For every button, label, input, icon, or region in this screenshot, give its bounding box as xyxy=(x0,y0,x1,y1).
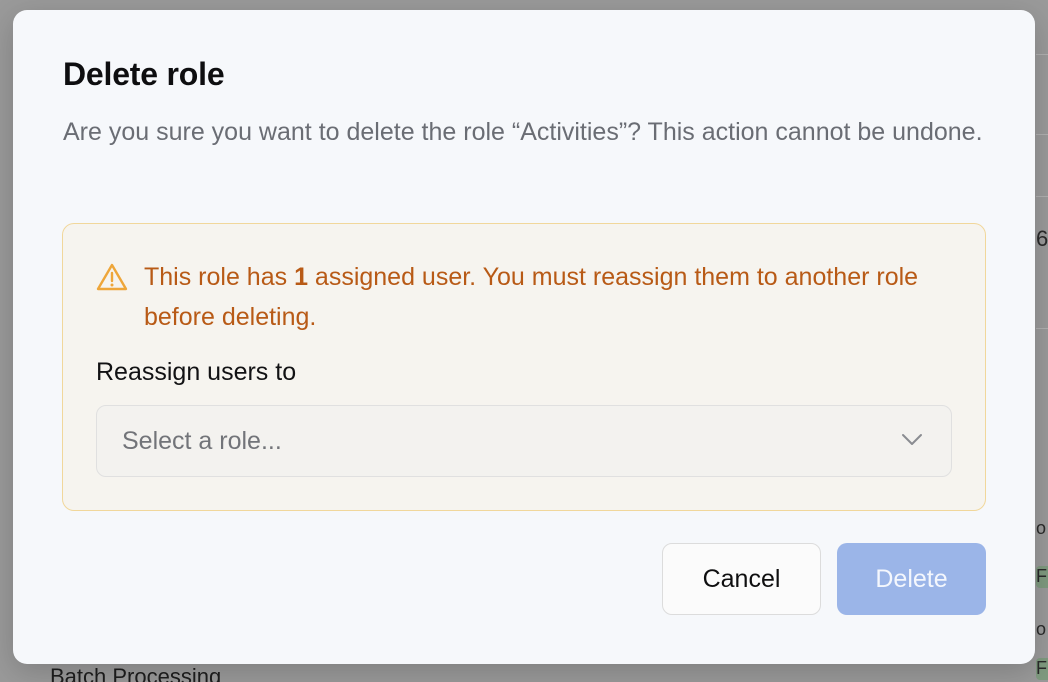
background-row-label: Batch Processing xyxy=(50,664,222,682)
background-text-fragment: F xyxy=(1036,566,1047,586)
warning-message: This role has 1 assigned user. You must … xyxy=(144,257,944,337)
background-divider xyxy=(1036,328,1048,329)
warning-text-prefix: This role has xyxy=(144,263,295,291)
dialog-description: Are you sure you want to delete the role… xyxy=(63,118,983,146)
background-text-fragment: o xyxy=(1036,619,1047,639)
cancel-button[interactable]: Cancel xyxy=(662,543,821,615)
background-text-fragment: 6 xyxy=(1036,226,1048,251)
reassign-warning-panel: This role has 1 assigned user. You must … xyxy=(62,223,986,511)
role-select-placeholder: Select a role... xyxy=(122,427,282,455)
dialog-title: Delete role xyxy=(63,56,225,92)
reassign-role-select[interactable]: Select a role... xyxy=(96,405,952,477)
assigned-user-count: 1 xyxy=(294,263,308,291)
warning-triangle-icon xyxy=(96,263,128,291)
background-text-fragment: F xyxy=(1036,658,1047,678)
background-text-fragment: o xyxy=(1036,518,1047,538)
delete-button[interactable]: Delete xyxy=(837,543,986,615)
background-divider xyxy=(1036,134,1048,135)
background-divider xyxy=(1036,196,1048,197)
chevron-down-icon xyxy=(902,434,922,445)
background-divider xyxy=(1036,54,1048,55)
delete-role-dialog: Delete role Are you sure you want to del… xyxy=(13,10,1035,664)
reassign-users-label: Reassign users to xyxy=(96,358,297,386)
